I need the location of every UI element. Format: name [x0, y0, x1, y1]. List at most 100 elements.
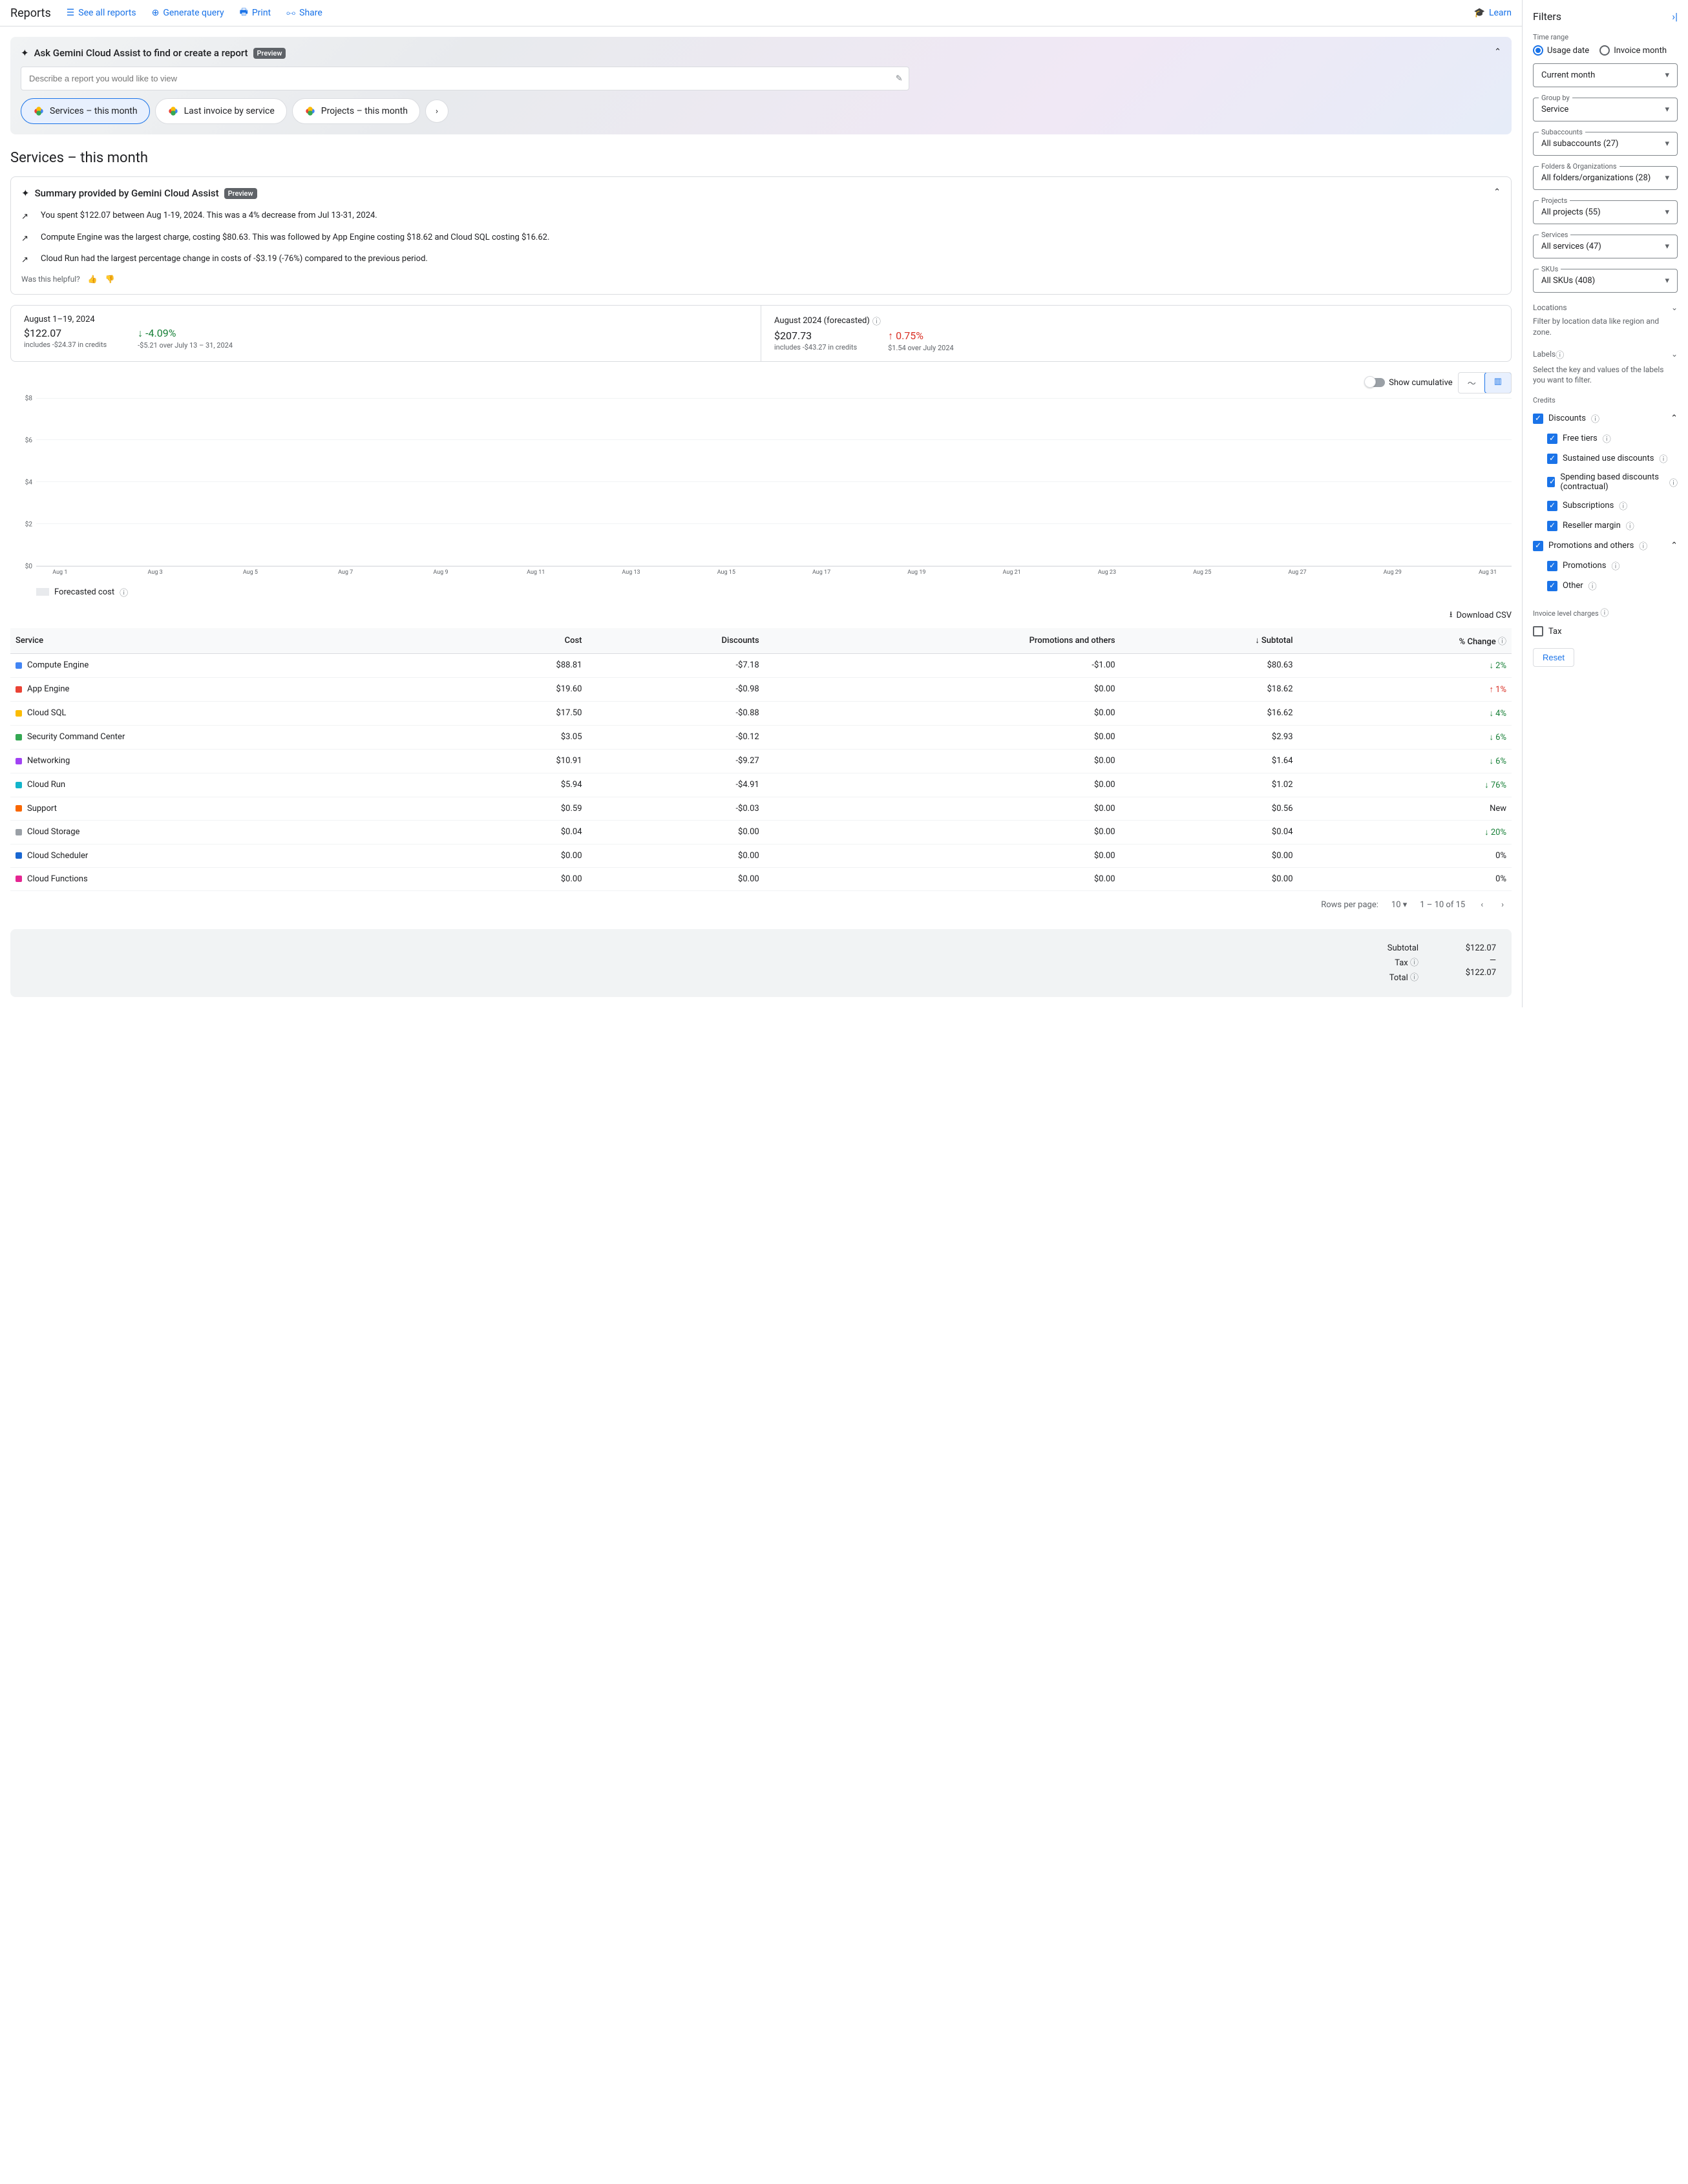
- chip-next-button[interactable]: ›: [425, 100, 448, 123]
- table-header[interactable]: Discounts: [587, 628, 765, 654]
- x-tick: Aug 9: [417, 569, 465, 576]
- x-tick: [274, 569, 322, 576]
- download-csv-link[interactable]: ⭳Download CSV: [1450, 609, 1512, 623]
- gemini-input[interactable]: [21, 67, 909, 90]
- magic-wand-icon[interactable]: ✎: [896, 74, 903, 83]
- free-tiers-check[interactable]: Free tiers ⓘ: [1533, 428, 1678, 448]
- rows-per-page-select[interactable]: 10 ▾: [1391, 900, 1407, 910]
- table-row[interactable]: Cloud Storage$0.04$0.00$0.00$0.04↓ 20%: [10, 820, 1512, 844]
- help-icon[interactable]: ⓘ: [872, 315, 881, 327]
- help-icon[interactable]: ⓘ: [1410, 958, 1419, 968]
- projects-select[interactable]: ProjectsAll projects (55)▾: [1533, 200, 1678, 224]
- see-all-reports-link[interactable]: ☰See all reports: [67, 8, 136, 18]
- help-icon[interactable]: ⓘ: [1603, 432, 1611, 445]
- table-row[interactable]: Cloud Scheduler$0.00$0.00$0.00$0.000%: [10, 844, 1512, 867]
- help-icon[interactable]: ⓘ: [1588, 580, 1597, 592]
- collapse-icon[interactable]: ⌃: [1493, 187, 1501, 197]
- sustained-check[interactable]: Sustained use discounts ⓘ: [1533, 448, 1678, 468]
- chip-projects-this-month[interactable]: Projects – this month: [292, 98, 420, 124]
- caret-down-icon: ▾: [1665, 242, 1669, 251]
- help-icon[interactable]: ⓘ: [1619, 499, 1627, 512]
- caret-down-icon: ▾: [1665, 173, 1669, 183]
- chevron-up-icon[interactable]: ⌃: [1671, 541, 1678, 551]
- tax-check[interactable]: Tax: [1533, 622, 1678, 640]
- labels-heading[interactable]: Labels ⓘ⌄: [1533, 348, 1678, 361]
- sparkle-icon: ✦: [21, 47, 29, 59]
- table-header[interactable]: % Change ⓘ: [1298, 628, 1512, 654]
- discounts-check[interactable]: Discounts ⓘ⌃: [1533, 408, 1678, 428]
- other-check[interactable]: Other ⓘ: [1533, 576, 1678, 596]
- x-tick: Aug 27: [1274, 569, 1322, 576]
- subaccounts-select[interactable]: SubaccountsAll subaccounts (27)▾: [1533, 132, 1678, 156]
- spending-check[interactable]: Spending based discounts (contractual) ⓘ: [1533, 468, 1678, 496]
- pagination: Rows per page: 10 ▾ 1 – 10 of 15 ‹ ›: [10, 891, 1512, 919]
- insight-item: ↗Compute Engine was the largest charge, …: [21, 231, 1501, 246]
- insight-item: ↗You spent $122.07 between Aug 1-19, 202…: [21, 209, 1501, 224]
- help-icon[interactable]: ⓘ: [1410, 973, 1419, 983]
- service-swatch: [16, 734, 22, 740]
- time-range-label: Time range: [1533, 33, 1678, 41]
- learn-link[interactable]: 🎓Learn: [1474, 8, 1512, 18]
- promotions-check[interactable]: Promotions ⓘ: [1533, 556, 1678, 576]
- x-tick: Aug 3: [131, 569, 179, 576]
- help-icon[interactable]: ⓘ: [1600, 609, 1609, 618]
- help-icon[interactable]: ⓘ: [1611, 560, 1619, 572]
- table-row[interactable]: Cloud SQL$17.50-$0.88$0.00$16.62↓ 4%: [10, 701, 1512, 725]
- promo-others-check[interactable]: Promotions and others ⓘ⌃: [1533, 536, 1678, 556]
- table-row[interactable]: Networking$10.91-$9.27$0.00$1.64↓ 6%: [10, 749, 1512, 773]
- group-by-select[interactable]: Group byService▾: [1533, 98, 1678, 121]
- thumbs-down-icon[interactable]: 👎: [105, 275, 115, 284]
- generate-query-link[interactable]: ⊕Generate query: [152, 8, 224, 18]
- table-header[interactable]: Service: [10, 628, 454, 654]
- collapse-icon[interactable]: ⌃: [1494, 47, 1501, 57]
- chip-last-invoice[interactable]: Last invoice by service: [155, 98, 287, 124]
- table-row[interactable]: Cloud Functions$0.00$0.00$0.00$0.000%: [10, 867, 1512, 890]
- chevron-up-icon[interactable]: ⌃: [1671, 414, 1678, 423]
- help-icon[interactable]: ⓘ: [1669, 476, 1678, 488]
- usage-date-radio[interactable]: Usage date: [1533, 45, 1589, 56]
- bar-chart-icon: ▥: [1494, 377, 1502, 386]
- reseller-check[interactable]: Reseller margin ⓘ: [1533, 516, 1678, 536]
- services-select[interactable]: ServicesAll services (47)▾: [1533, 235, 1678, 258]
- table-header[interactable]: ↓ Subtotal: [1121, 628, 1298, 654]
- thumbs-up-icon[interactable]: 👍: [88, 275, 98, 284]
- help-icon[interactable]: ⓘ: [1498, 637, 1506, 647]
- caret-down-icon: ▾: [1403, 900, 1408, 910]
- share-link[interactable]: ⧟Share: [286, 8, 322, 18]
- table-header[interactable]: Promotions and others: [765, 628, 1121, 654]
- help-icon[interactable]: ⓘ: [120, 586, 128, 598]
- table-row[interactable]: Support$0.59-$0.03$0.00$0.56New: [10, 797, 1512, 820]
- rows-per-page-label: Rows per page:: [1321, 900, 1378, 910]
- invoice-month-radio[interactable]: Invoice month: [1599, 45, 1667, 56]
- x-tick: [1321, 569, 1369, 576]
- chip-services-this-month[interactable]: Services – this month: [21, 98, 150, 124]
- x-tick: Aug 23: [1083, 569, 1131, 576]
- date-range-select[interactable]: Current month▾: [1533, 63, 1678, 87]
- folders-select[interactable]: Folders & OrganizationsAll folders/organ…: [1533, 166, 1678, 190]
- table-header[interactable]: Cost: [454, 628, 587, 654]
- cumulative-toggle[interactable]: Show cumulative: [1366, 378, 1453, 388]
- help-icon[interactable]: ⓘ: [1639, 540, 1647, 552]
- help-icon[interactable]: ⓘ: [1659, 452, 1667, 465]
- table-row[interactable]: Security Command Center$3.05-$0.12$0.00$…: [10, 725, 1512, 749]
- x-tick: Aug 15: [702, 569, 750, 576]
- skus-select[interactable]: SKUsAll SKUs (408)▾: [1533, 269, 1678, 293]
- help-icon[interactable]: ⓘ: [1556, 348, 1564, 361]
- print-link[interactable]: 🖶Print: [240, 5, 271, 21]
- locations-heading[interactable]: Locations⌄: [1533, 303, 1678, 312]
- table-row[interactable]: Compute Engine$88.81-$7.18-$1.00$80.63↓ …: [10, 653, 1512, 677]
- service-swatch: [16, 710, 22, 717]
- bar-view-button[interactable]: ▥: [1484, 372, 1512, 394]
- filters-panel: Filters›| Time range Usage date Invoice …: [1523, 0, 1688, 1007]
- help-icon[interactable]: ⓘ: [1626, 520, 1634, 532]
- expand-icon[interactable]: ›|: [1672, 10, 1678, 23]
- reset-button[interactable]: Reset: [1533, 648, 1574, 667]
- prev-page-button[interactable]: ‹: [1478, 898, 1486, 912]
- line-view-button[interactable]: 〜: [1459, 373, 1485, 393]
- next-page-button[interactable]: ›: [1499, 898, 1506, 912]
- table-row[interactable]: App Engine$19.60-$0.98$0.00$18.62↑ 1%: [10, 677, 1512, 701]
- kpi-forecast-delta: ↑ 0.75%: [888, 330, 954, 342]
- help-icon[interactable]: ⓘ: [1591, 412, 1599, 425]
- table-row[interactable]: Cloud Run$5.94-$4.91$0.00$1.02↓ 76%: [10, 773, 1512, 797]
- subscriptions-check[interactable]: Subscriptions ⓘ: [1533, 496, 1678, 516]
